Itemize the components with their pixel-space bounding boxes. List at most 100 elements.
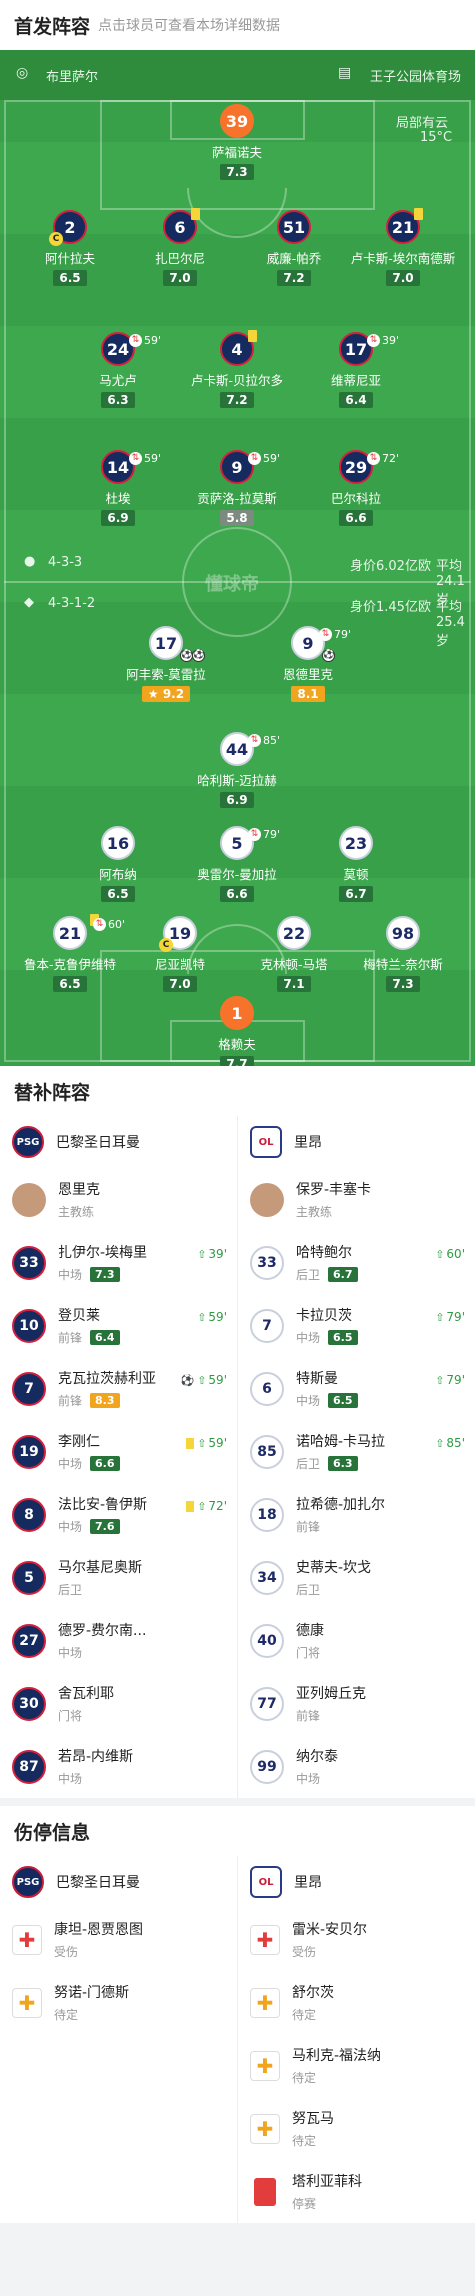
player-number: 33: [12, 1245, 46, 1280]
player-name: 奥雷尔-曼加拉: [197, 867, 277, 882]
sub-player-row[interactable]: 18 拉希德-加扎尔 前锋: [238, 1483, 475, 1546]
sub-player-row[interactable]: 87 若昂-内维斯 中场: [0, 1735, 237, 1798]
psg-formation: 4-3-3: [48, 555, 83, 570]
doubtful-icon: ✚: [250, 1987, 280, 2018]
player-lyon-44[interactable]: 44 ⇅ 85' 哈利斯-迈拉赫 6.9: [182, 732, 292, 808]
player-psg-2[interactable]: 2C 阿什拉夫 6.5: [15, 210, 125, 286]
player-lyon-23[interactable]: 23 莫顿 6.7: [301, 826, 411, 902]
player-psg-17[interactable]: 17 ⇅ 39' 维蒂尼亚 6.4: [301, 332, 411, 408]
sub-player-row[interactable]: 19 李刚仁 中场 6.6 ⇧ 59': [0, 1420, 237, 1483]
player-name: 阿什拉夫: [44, 251, 95, 266]
sub-player-row[interactable]: 5 马尔基尼奥斯 后卫: [0, 1546, 237, 1609]
player-lyon-19[interactable]: 19 C 尼亚凯特 7.0: [125, 916, 235, 992]
player-lyon-16[interactable]: 16 阿布纳 6.5: [63, 826, 173, 902]
sub-player-row[interactable]: 77 亚列姆丘克 前锋: [238, 1672, 475, 1735]
injury-row[interactable]: ✚ 雷米-安贝尔 受伤: [238, 1908, 475, 1971]
player-number: 23: [339, 826, 373, 860]
psg-team-row[interactable]: PSG 巴黎圣日耳曼: [0, 1116, 237, 1168]
player-position-line: 后卫: [58, 1581, 142, 1598]
player-info: 舒尔茨 待定: [292, 1982, 334, 2023]
player-lyon-9[interactable]: 9 ⇅ 79' ⚽ 恩德里克 8.1: [253, 626, 363, 702]
sub-minute: 59': [208, 1310, 227, 1324]
sub-player-row[interactable]: 40 德康 门将: [238, 1609, 475, 1672]
player-psg-24[interactable]: 24 ⇅ 59' 马尤卢 6.3: [63, 332, 173, 408]
coach-row[interactable]: 恩里克 主教练: [0, 1168, 237, 1231]
player-position-line: 前锋 6.4: [58, 1329, 120, 1346]
player-psg-gk[interactable]: 39 萨福诺夫 7.3: [182, 104, 292, 180]
sub-player-row[interactable]: 27 德罗-费尔南... 中场: [0, 1609, 237, 1672]
sub-in-icon: ⇧: [197, 1373, 207, 1387]
sub-in-icon: ⇧: [435, 1436, 445, 1450]
player-lyon-22[interactable]: 22 克林顿-马塔 7.1: [239, 916, 349, 992]
injury-row[interactable]: ✚ 康坦-恩贾恩图 受伤: [0, 1908, 237, 1971]
player-info: 诺哈姆-卡马拉 后卫 6.3: [296, 1431, 385, 1472]
player-psg-9[interactable]: 9 ⇅ 59' 贡萨洛-拉莫斯 5.8: [182, 450, 292, 526]
player-rating: 6.5: [328, 1393, 358, 1408]
sub-player-row[interactable]: 10 登贝莱 前锋 6.4 ⇧ 59': [0, 1294, 237, 1357]
player-name: 莫顿: [343, 867, 369, 882]
player-name: 纳尔泰: [296, 1749, 338, 1765]
player-position-line: 主教练: [58, 1203, 100, 1220]
lyon-team-row[interactable]: OL 里昂: [238, 1116, 475, 1168]
sub-player-row[interactable]: 7 克瓦拉茨赫利亚 前锋 8.3 ⚽ ⇧ 59': [0, 1357, 237, 1420]
sub-event: ⇧ 60': [435, 1247, 465, 1261]
player-position: 后卫: [58, 1583, 83, 1597]
player-info: 扎伊尔-埃梅里 中场 7.3: [58, 1242, 147, 1283]
coach-row[interactable]: 保罗-丰塞卡 主教练: [238, 1168, 475, 1231]
player-psg-6[interactable]: 6 扎巴尔尼 7.0: [125, 208, 235, 286]
player-psg-14[interactable]: 14 ⇅ 59' 杜埃 6.9: [63, 450, 173, 526]
sub-player-row[interactable]: 34 史蒂夫-坎戈 后卫: [238, 1546, 475, 1609]
injury-row[interactable]: ✚ 努诺-门德斯 待定: [0, 1971, 237, 2034]
sub-player-row[interactable]: 8 法比安-鲁伊斯 中场 7.6 ⇧ 72': [0, 1483, 237, 1546]
player-name: 德罗-费尔南...: [58, 1623, 147, 1639]
sub-player-row[interactable]: 99 纳尔泰 中场: [238, 1735, 475, 1798]
yellow-card-icon: [414, 208, 423, 220]
lineup-title: 首发阵容: [14, 15, 91, 38]
referee-name: 布里萨尔: [46, 70, 99, 85]
lyon-team-row[interactable]: OL 里昂: [238, 1856, 475, 1908]
temperature-text: 15°C: [420, 130, 453, 145]
injury-row[interactable]: 塔利亚菲科 停赛: [238, 2160, 475, 2223]
sub-player-row[interactable]: 85 诺哈姆-卡马拉 后卫 6.3 ⇧ 85': [238, 1420, 475, 1483]
player-lyon-5[interactable]: 5 ⇅ 79' 奥雷尔-曼加拉 6.6: [182, 826, 292, 902]
injury-row[interactable]: ✚ 努瓦马 待定: [238, 2097, 475, 2160]
player-psg-29[interactable]: 29 ⇅ 72' 巴尔科拉 6.6: [301, 450, 411, 526]
player-name: 尼亚凯特: [154, 957, 205, 972]
player-number: 22: [277, 916, 311, 950]
player-position: 门将: [296, 1646, 321, 1660]
sub-player-row[interactable]: 33 哈特鲍尔 后卫 6.7 ⇧ 60': [238, 1231, 475, 1294]
injury-header: 伤停信息: [0, 1806, 475, 1856]
psg-team-row[interactable]: PSG 巴黎圣日耳曼: [0, 1856, 237, 1908]
sub-player-row[interactable]: 30 舍瓦利耶 门将: [0, 1672, 237, 1735]
player-lyon-21[interactable]: 21 ⇅ 60' 鲁本-克鲁伊维特 6.5: [15, 914, 125, 992]
player-number: 39: [220, 104, 254, 138]
player-rating: 6.7: [339, 886, 373, 902]
player-name: 努诺-门德斯: [54, 1985, 130, 2001]
player-rating: 6.4: [90, 1330, 120, 1345]
captain-icon: C: [49, 232, 63, 246]
player-number: 6: [174, 217, 186, 237]
player-position-line: 中场 6.6: [58, 1455, 120, 1472]
sub-player-row[interactable]: 6 特斯曼 中场 6.5 ⇧ 79': [238, 1357, 475, 1420]
player-lyon-98[interactable]: 98 梅特兰-奈尔斯 7.3: [348, 916, 458, 992]
player-info: 纳尔泰 中场: [296, 1746, 338, 1787]
player-name: 贡萨洛-拉莫斯: [197, 491, 277, 506]
player-number: 77: [250, 1686, 284, 1721]
player-number: 7: [12, 1371, 46, 1406]
sub-player-row[interactable]: 7 卡拉贝茨 中场 6.5 ⇧ 79': [238, 1294, 475, 1357]
injury-icon: ✚: [12, 1924, 42, 1955]
player-info: 史蒂夫-坎戈 后卫: [296, 1557, 371, 1598]
lyon-formation: 4-3-1-2: [48, 596, 96, 611]
player-info: 塔利亚菲科 停赛: [292, 2171, 362, 2212]
player-lyon-17[interactable]: 17 ⚽ ⚽ 阿丰索-莫雷拉 ★ 9.2: [111, 626, 221, 702]
sub-event: ⇧ 79': [435, 1310, 465, 1324]
player-number: 34: [250, 1560, 284, 1595]
psg-badge-icon: PSG: [12, 1866, 44, 1898]
injury-row[interactable]: ✚ 舒尔茨 待定: [238, 1971, 475, 2034]
player-psg-4[interactable]: 4 卢卡斯-贝拉尔多 7.2: [182, 330, 292, 408]
player-psg-51[interactable]: 51 威廉-帕乔 7.2: [239, 210, 349, 286]
player-psg-21[interactable]: 21 卢卡斯-埃尔南德斯 7.0: [348, 208, 458, 286]
injury-row[interactable]: ✚ 马利克-福法纳 待定: [238, 2034, 475, 2097]
sub-player-row[interactable]: 33 扎伊尔-埃梅里 中场 7.3 ⇧ 39': [0, 1231, 237, 1294]
player-lyon-gk[interactable]: 1 格赖夫 7.7: [182, 996, 292, 1066]
